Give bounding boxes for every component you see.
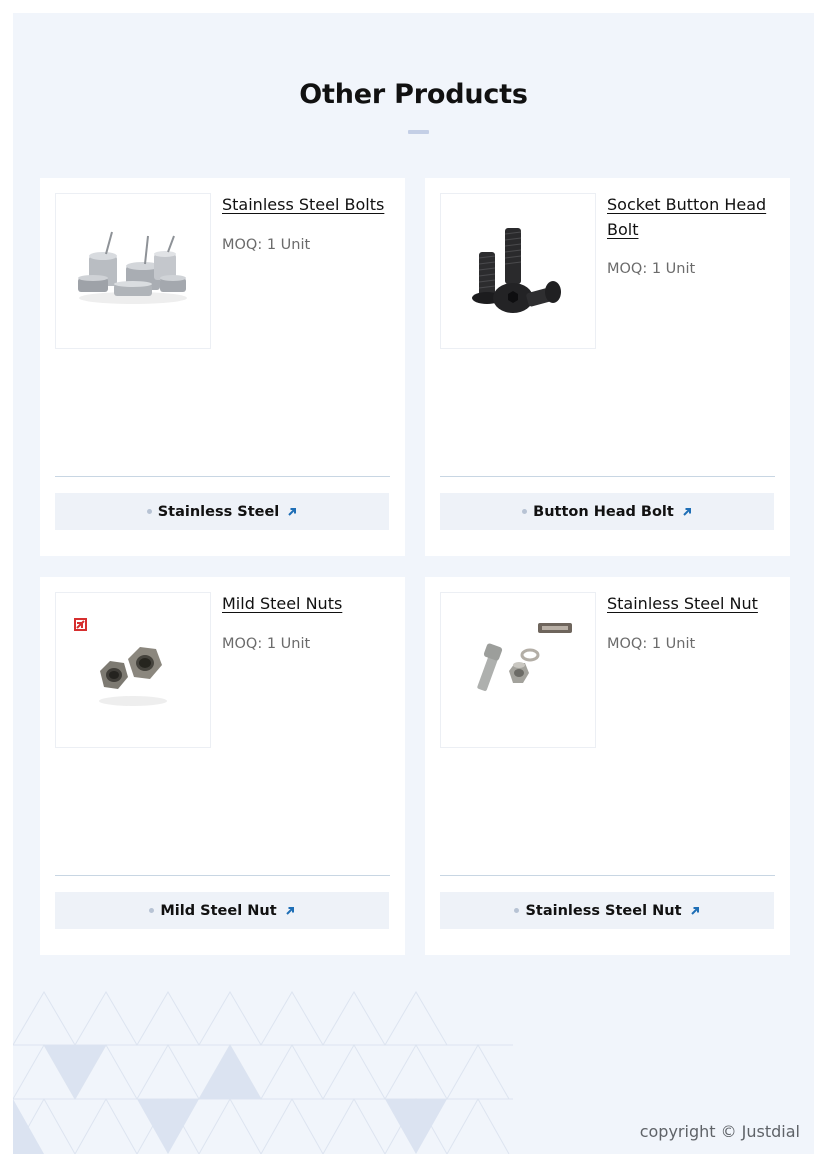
arrow-up-right-icon (682, 507, 692, 517)
product-name-link[interactable]: Socket Button Head Bolt (607, 192, 777, 242)
arrow-up-right-icon (285, 906, 295, 916)
category-tag-button[interactable]: Stainless Steel (55, 493, 389, 530)
card-divider (440, 476, 775, 477)
product-name-link[interactable]: Mild Steel Nuts (222, 591, 392, 616)
product-card: Stainless Steel Bolts MOQ: 1 Unit Stainl… (40, 178, 405, 556)
hex-nut-icon (73, 616, 167, 706)
cookware-set-icon (78, 231, 187, 304)
bullet-dot (146, 509, 152, 514)
button-head-bolt-icon (472, 228, 561, 313)
category-tag-label: Button Head Bolt (533, 503, 674, 520)
section-title: Other Products (299, 79, 528, 110)
category-tag-button[interactable]: Button Head Bolt (440, 493, 774, 530)
product-image[interactable] (440, 193, 596, 349)
product-name-link[interactable]: Stainless Steel Nut (607, 591, 777, 616)
card-divider (55, 875, 390, 876)
product-card: Mild Steel Nuts MOQ: 1 Unit Mild Steel N… (40, 577, 405, 955)
product-name-link[interactable]: Stainless Steel Bolts (222, 192, 392, 217)
category-tag-label: Stainless Steel (157, 503, 280, 520)
product-image[interactable] (440, 592, 596, 748)
product-card: Stainless Steel Nut MOQ: 1 Unit Stainles… (425, 577, 790, 955)
bullet-dot (514, 908, 520, 913)
arrow-up-right-icon (690, 906, 700, 916)
arrow-up-right-icon (287, 507, 297, 517)
category-tag-button[interactable]: Stainless Steel Nut (440, 892, 774, 929)
product-card: Socket Button Head Bolt MOQ: 1 Unit Butt… (425, 178, 790, 556)
card-divider (55, 476, 390, 477)
category-tag-label: Mild Steel Nut (160, 902, 277, 919)
other-products-section: Other Products Stainless Steel Bolts MOQ… (13, 13, 814, 1154)
card-divider (440, 875, 775, 876)
product-image[interactable] (55, 193, 211, 349)
product-moq: MOQ: 1 Unit (607, 636, 696, 652)
bolt-nut-washer-icon (477, 623, 572, 692)
product-image[interactable] (55, 592, 211, 748)
category-tag-label: Stainless Steel Nut (525, 902, 682, 919)
category-tag-button[interactable]: Mild Steel Nut (55, 892, 389, 929)
bullet-dot (522, 509, 528, 514)
triangle-pattern-decoration (13, 991, 513, 1154)
product-moq: MOQ: 1 Unit (222, 237, 311, 253)
copyright-text: copyright © Justdial (639, 1122, 800, 1141)
title-underline (408, 130, 429, 134)
product-moq: MOQ: 1 Unit (222, 636, 311, 652)
bullet-dot (149, 908, 155, 913)
product-moq: MOQ: 1 Unit (607, 261, 696, 277)
